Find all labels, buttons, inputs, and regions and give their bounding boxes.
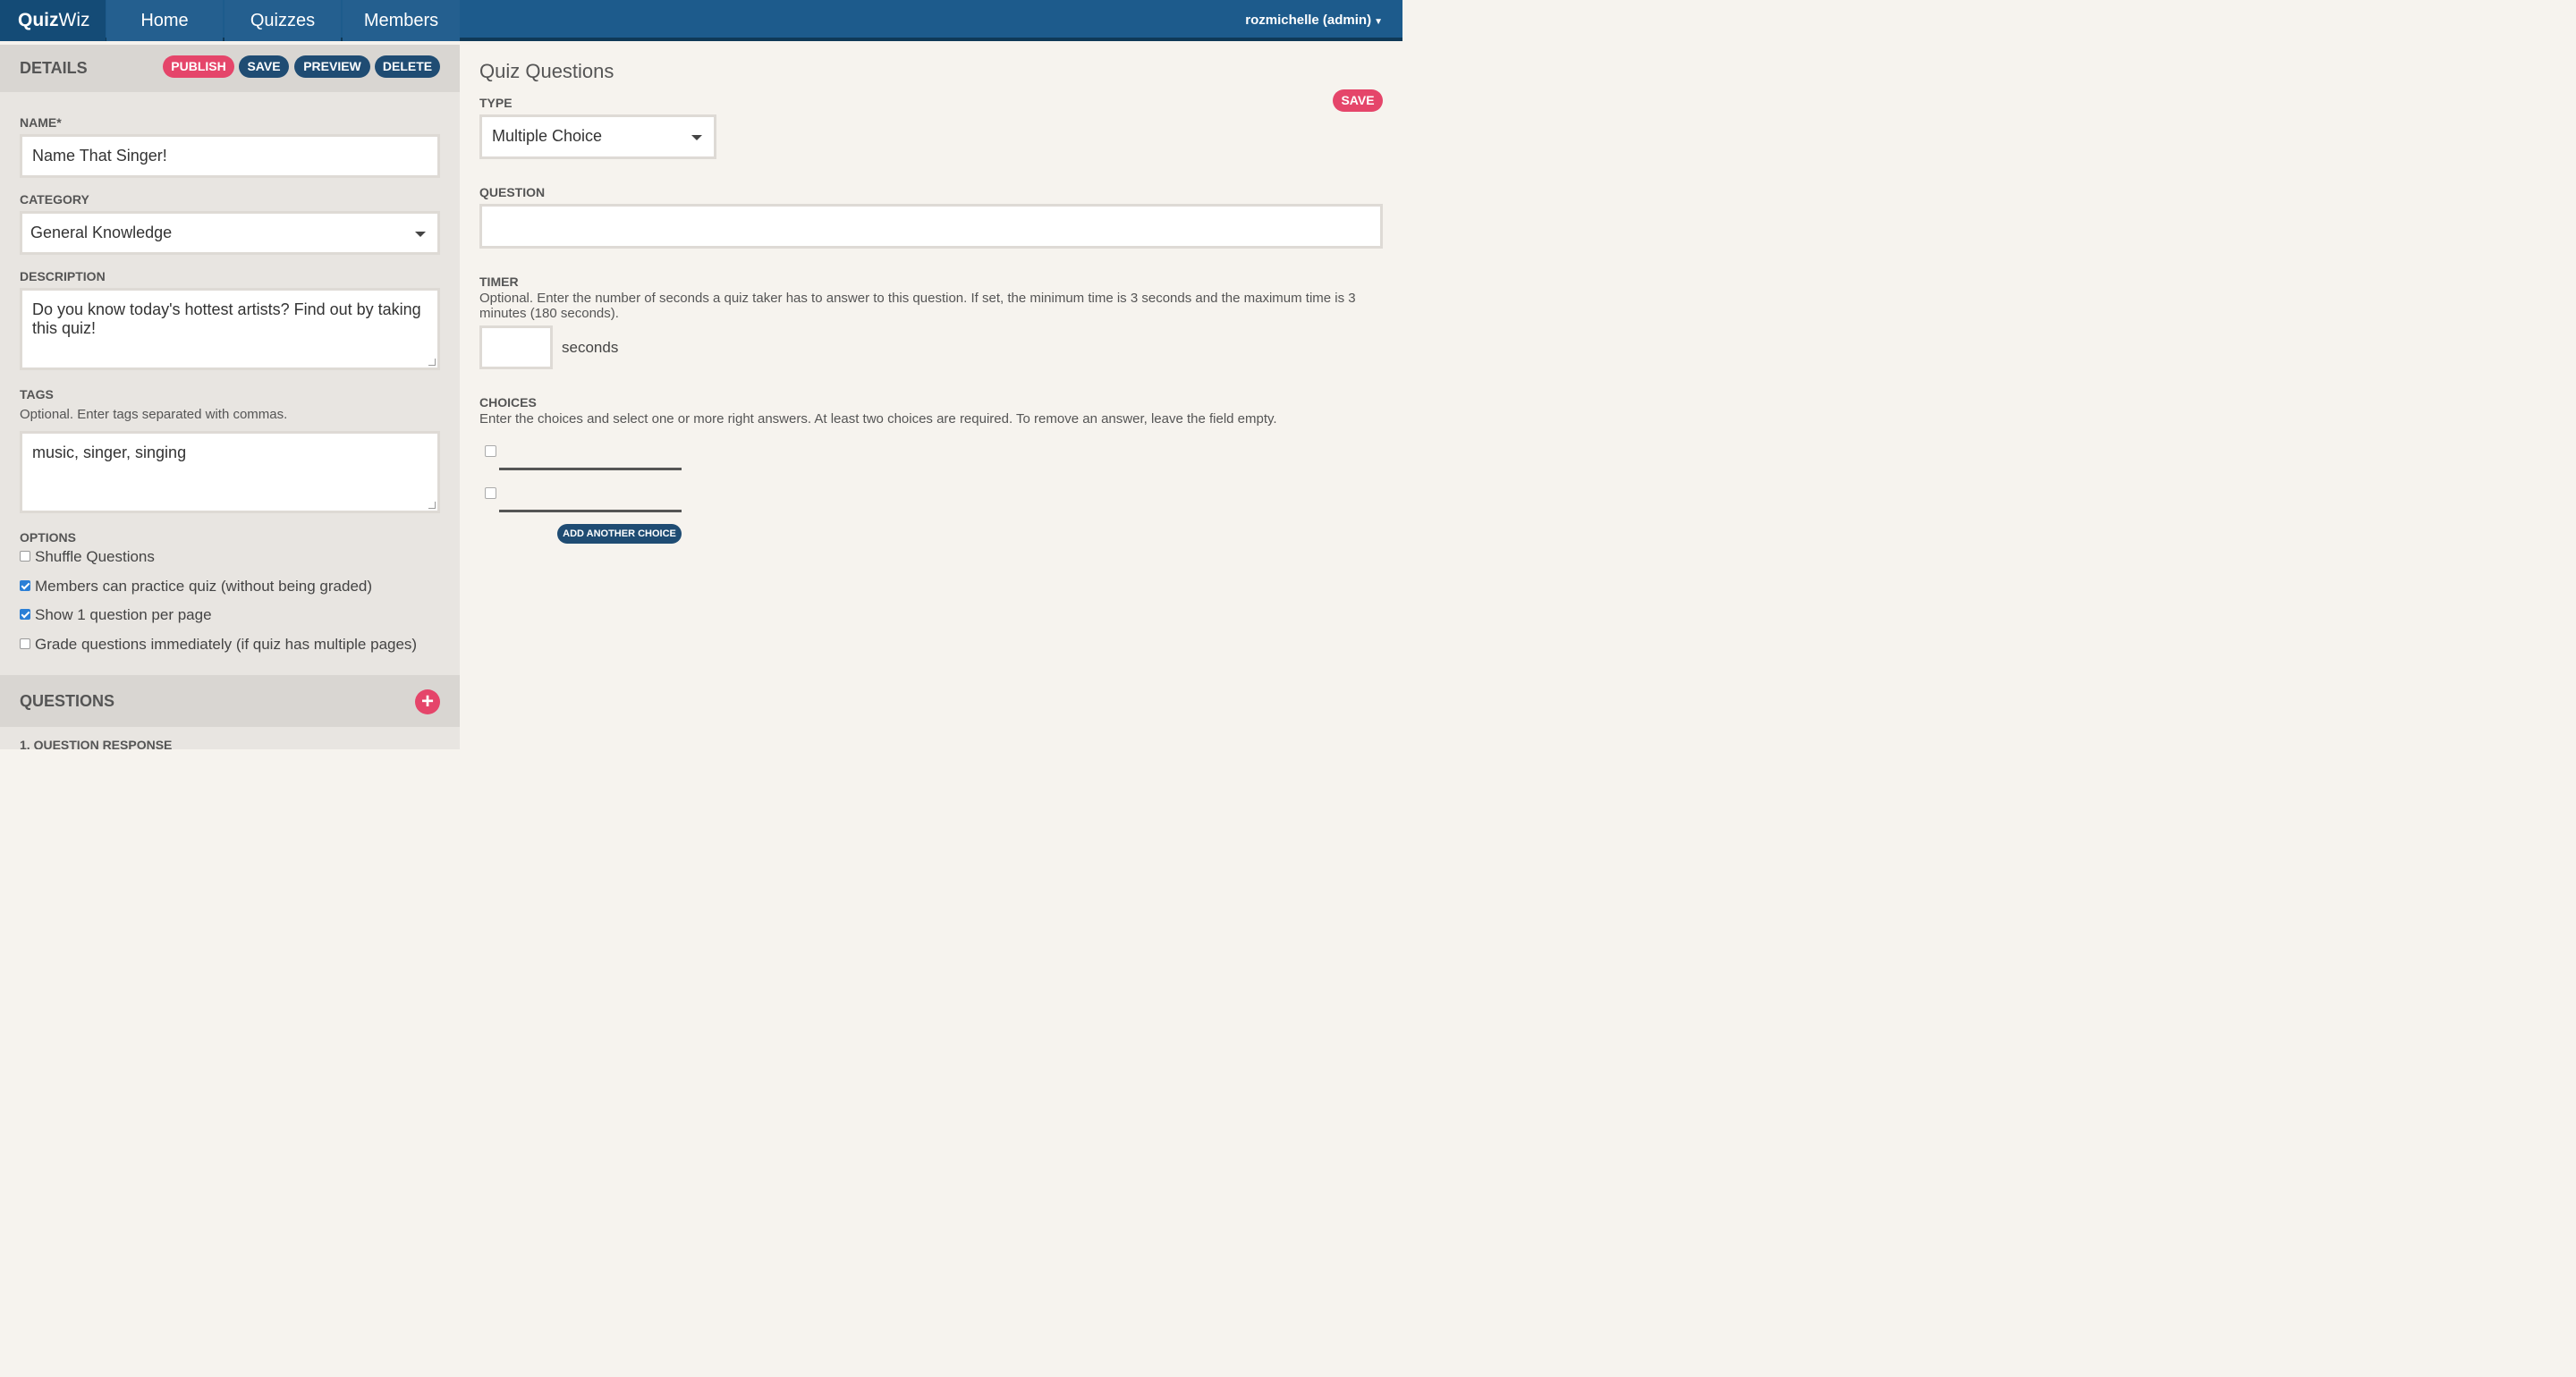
tags-text: music, singer, singing (32, 444, 187, 461)
tags-textarea[interactable]: music, singer, singing (20, 431, 440, 513)
app-logo[interactable]: QuizWiz (0, 0, 106, 41)
add-another-choice-button[interactable]: ADD ANOTHER CHOICE (557, 524, 682, 544)
option-checkbox[interactable] (20, 638, 30, 649)
chevron-down-icon: ▼ (1374, 17, 1383, 27)
question-input[interactable] (479, 204, 1383, 249)
questions-title: QUESTIONS (20, 692, 115, 710)
resize-handle-icon[interactable] (428, 502, 436, 509)
option-one-question-per-page[interactable]: Show 1 question per page (20, 606, 212, 624)
nav-tab-quizzes[interactable]: Quizzes (225, 0, 341, 41)
publish-button[interactable]: PUBLISH (163, 55, 234, 78)
delete-button[interactable]: DELETE (375, 55, 440, 78)
category-select[interactable]: General Knowledge (20, 211, 440, 255)
type-label: TYPE (479, 96, 513, 110)
choice-input[interactable] (499, 510, 682, 512)
details-panel: DETAILS PUBLISH SAVE PREVIEW DELETE NAME… (0, 45, 460, 749)
category-label: CATEGORY (20, 192, 89, 207)
details-header: DETAILS PUBLISH SAVE PREVIEW DELETE (0, 45, 460, 92)
option-shuffle-questions[interactable]: Shuffle Questions (20, 548, 155, 566)
details-title: DETAILS (20, 59, 88, 77)
description-label: DESCRIPTION (20, 269, 106, 283)
save-button[interactable]: SAVE (239, 55, 289, 78)
timer-help-text: Optional. Enter the number of seconds a … (479, 291, 1356, 321)
question-type-value: Multiple Choice (492, 127, 603, 145)
choice-input[interactable] (499, 468, 682, 470)
choice-correct-checkbox[interactable] (485, 487, 496, 499)
options-label: OPTIONS (20, 530, 77, 545)
save-question-button[interactable]: SAVE (1333, 89, 1383, 112)
timer-seconds-input[interactable] (479, 325, 553, 369)
option-label: Show 1 question per page (35, 606, 212, 623)
resize-handle-icon[interactable] (428, 359, 436, 366)
logo-bold-text: Quiz (18, 10, 59, 30)
timer-label: TIMER (479, 275, 519, 289)
dropdown-caret-icon (415, 232, 426, 237)
logo-light-text: Wiz (58, 10, 90, 30)
question-list-item[interactable]: 1. QUESTION RESPONSE (20, 738, 172, 749)
description-textarea[interactable]: Do you know today's hottest artists? Fin… (20, 288, 440, 370)
add-question-button[interactable]: + (415, 689, 440, 714)
preview-button[interactable]: PREVIEW (294, 55, 370, 78)
description-text: Do you know today's hottest artists? Fin… (32, 300, 421, 337)
choices-label: CHOICES (479, 395, 537, 410)
plus-icon: + (420, 689, 434, 714)
user-name: rozmichelle (admin) (1245, 13, 1372, 28)
choices-help-text: Enter the choices and select one or more… (479, 411, 1277, 427)
dropdown-caret-icon (691, 135, 702, 140)
top-navbar: QuizWiz Home Quizzes Members rozmichelle… (0, 0, 1402, 41)
tags-help-text: Optional. Enter tags separated with comm… (20, 407, 288, 422)
option-checkbox[interactable] (20, 550, 30, 562)
question-label: QUESTION (479, 185, 546, 199)
nav-tab-members[interactable]: Members (343, 0, 460, 41)
option-label: Shuffle Questions (35, 548, 155, 565)
choice-correct-checkbox[interactable] (485, 445, 496, 457)
option-checkbox[interactable] (20, 608, 30, 620)
name-input[interactable]: Name That Singer! (20, 134, 440, 178)
questions-header: QUESTIONS + (0, 675, 460, 727)
option-checkbox[interactable] (20, 579, 30, 591)
question-type-select[interactable]: Multiple Choice (479, 114, 716, 159)
name-label: NAME* (20, 115, 62, 130)
option-label: Members can practice quiz (without being… (35, 578, 373, 595)
option-label: Grade questions immediately (if quiz has… (35, 636, 418, 653)
option-grade-immediately[interactable]: Grade questions immediately (if quiz has… (20, 636, 417, 654)
user-menu[interactable]: rozmichelle (admin) ▼ (1245, 0, 1383, 43)
category-selected-value: General Knowledge (30, 224, 173, 241)
tags-label: TAGS (20, 387, 54, 401)
seconds-unit-label: seconds (562, 339, 619, 356)
option-practice-quiz[interactable]: Members can practice quiz (without being… (20, 578, 372, 596)
nav-tab-home[interactable]: Home (106, 0, 223, 41)
quiz-questions-title: Quiz Questions (479, 60, 614, 82)
